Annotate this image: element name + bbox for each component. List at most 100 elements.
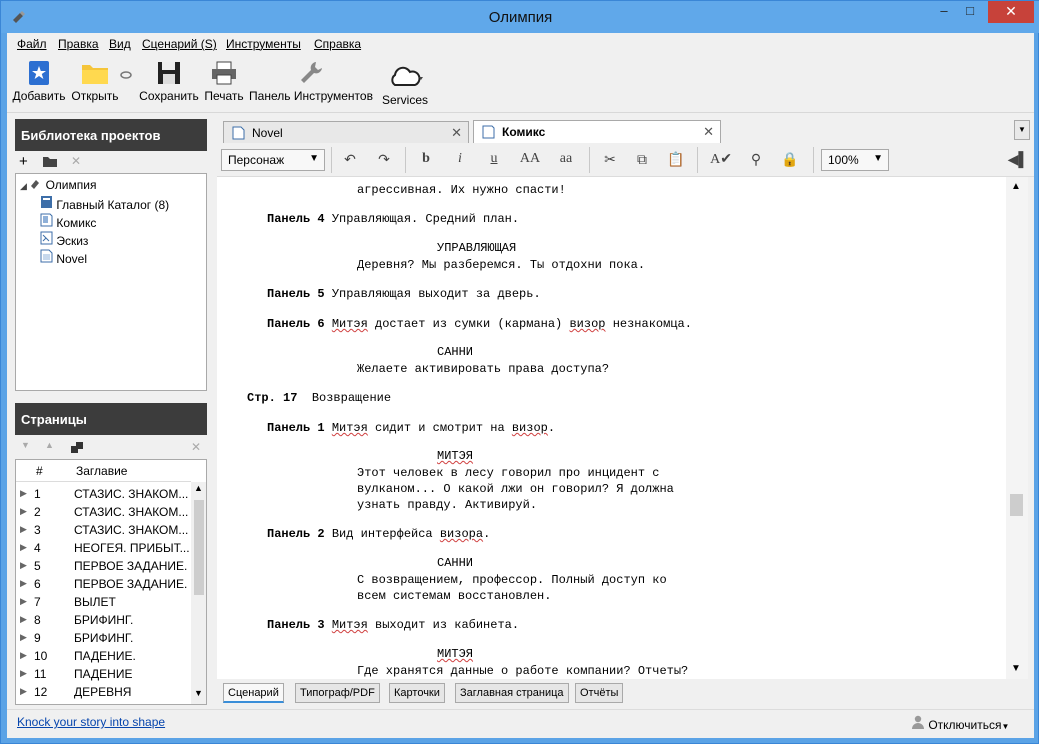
underline-icon[interactable]: u [483,151,505,171]
move-down-icon[interactable]: ▼ [21,440,30,450]
expand-icon[interactable]: ▶ [20,686,27,697]
scroll-thumb[interactable] [194,500,204,595]
tabs-dropdown-icon[interactable]: ▼ [1014,120,1030,140]
redo-icon[interactable]: ↷ [373,151,395,171]
table-row[interactable]: ▶ 11 ПАДЕНИЕ [16,666,191,684]
services-button[interactable]: Services [375,63,435,107]
library-tools: + ✕ [15,151,207,173]
panel-text: . [483,527,491,541]
expand-icon[interactable]: ▶ [20,614,27,625]
disconnect-button[interactable]: Отключиться▼ [911,715,1009,732]
scroll-down-icon[interactable]: ▼ [194,688,203,698]
copy-icon[interactable]: ⧉ [631,151,653,171]
tool-panel-button[interactable]: Панель Инструментов [249,59,373,103]
tab-typograph[interactable]: Типограф/PDF [295,683,380,703]
table-row[interactable]: ▶ 7 ВЫЛЕТ [16,594,191,612]
tab-close-icon[interactable]: ✕ [451,125,462,141]
menu-file[interactable]: Файл [17,37,47,51]
remove-page-icon[interactable]: ✕ [191,440,201,454]
lock-icon[interactable]: 🔒 [779,151,801,171]
add-button[interactable]: Добавить [11,59,67,103]
bold-icon[interactable]: b [415,151,437,171]
sidebar-toggle-icon[interactable]: ◀▌ [1007,151,1029,171]
undo-icon[interactable]: ↶ [339,151,361,171]
expand-icon[interactable]: ▶ [20,506,27,517]
open-button[interactable]: Открыть [67,59,123,103]
spellcheck-icon[interactable]: A✔ [707,151,735,171]
expand-icon[interactable]: ▶ [20,488,27,499]
tree-item-novel[interactable]: Novel [40,249,87,266]
menu-tools[interactable]: Инструменты [226,37,301,51]
tab-novel[interactable]: Novel ✕ [223,121,469,143]
table-row[interactable]: ▶ 3 СТАЗИС. ЗНАКОМ... [16,522,191,540]
tree-item-comics[interactable]: Комикс [40,213,96,230]
scroll-up-icon[interactable]: ▲ [194,483,203,493]
tree-item-main-catalog[interactable]: Главный Каталог (8) [40,195,169,212]
page-title-cell: СТАЗИС. ЗНАКОМ... [74,487,189,501]
scroll-down-icon[interactable]: ▼ [1011,663,1021,674]
save-button[interactable]: Сохранить [137,59,201,103]
expand-icon[interactable]: ▶ [20,578,27,589]
table-row[interactable]: ▶ 5 ПЕРВОЕ ЗАДАНИЕ. [16,558,191,576]
move-up-icon[interactable]: ▲ [45,440,54,450]
menu-view[interactable]: Вид [109,37,131,51]
menu-script[interactable]: Сценарий (S) [142,37,217,51]
menu-help[interactable]: Справка [314,37,361,51]
expand-icon[interactable]: ▶ [20,632,27,643]
table-row[interactable]: ▶ 1 СТАЗИС. ЗНАКОМ... [16,486,191,504]
expand-icon[interactable]: ▶ [20,524,27,535]
tab-screenplay[interactable]: Сценарий [223,683,284,703]
print-button[interactable]: Печать [201,59,247,103]
folder-add-icon[interactable] [43,156,57,167]
table-row[interactable]: ▶ 6 ПЕРВОЕ ЗАДАНИЕ. [16,576,191,594]
menu-edit[interactable]: Правка [58,37,99,51]
tab-cards[interactable]: Карточки [389,683,445,703]
table-row[interactable]: ▶ 10 ПАДЕНИЕ. [16,648,191,666]
panel-heading: Панель 5 Управляющая выходит за дверь. [267,287,541,301]
expand-icon[interactable]: ▶ [20,668,27,679]
editor-scrollbar[interactable]: ▲ ▼ [1006,177,1028,679]
table-row[interactable]: ▶ 9 БРИФИНГ. [16,630,191,648]
add-item-icon[interactable]: + [19,153,28,170]
expand-icon[interactable]: ▶ [20,560,27,571]
uppercase-icon[interactable]: AA [517,151,543,171]
scroll-thumb[interactable] [1010,494,1023,516]
open-dropdown[interactable] [119,69,133,83]
remove-item-icon[interactable]: ✕ [71,154,81,168]
tree-item-olympia[interactable]: ◢ Олимпия [20,177,96,192]
tab-reports[interactable]: Отчёты [575,683,624,703]
italic-icon[interactable]: i [449,151,471,171]
panel-heading: Панель 4 Управляющая. Средний план. [267,212,519,226]
tagline-link[interactable]: Knock your story into shape [17,715,165,729]
table-row[interactable]: ▶ 8 БРИФИНГ. [16,612,191,630]
tab-title-page[interactable]: Заглавная страница [455,683,569,703]
character-name: САННИ [437,345,474,359]
pages-tools: ▼ ▲ ✕ [15,437,207,459]
table-row[interactable]: ▶ 2 СТАЗИС. ЗНАКОМ... [16,504,191,522]
table-row[interactable]: ▶ 12 ДЕРЕВНЯ [16,684,191,702]
expand-icon[interactable]: ▶ [20,650,27,661]
zoom-select[interactable]: 100% ▼ [821,149,889,171]
tab-comics[interactable]: Комикс ✕ [473,120,721,144]
expand-icon[interactable]: ▶ [20,542,27,553]
paste-icon[interactable]: 📋 [665,151,687,171]
document-tabs: Novel ✕ Комикс ✕ [217,119,1034,144]
script-editor[interactable]: агрессивная. Их нужно спасти! Панель 4 У… [217,177,1006,679]
scroll-up-icon[interactable]: ▲ [1011,181,1021,192]
close-button[interactable]: ✕ [988,1,1034,23]
maximize-button[interactable]: □ [957,1,983,23]
expand-icon[interactable]: ▶ [20,596,27,607]
search-icon[interactable]: ⚲ [745,151,767,171]
minimize-button[interactable]: – [931,1,957,23]
panel-text: Управляющая. Средний план. [331,212,520,226]
pages-view-icon[interactable] [71,442,83,454]
tree-item-sketch[interactable]: Эскиз [40,231,88,248]
style-select[interactable]: Персонаж ▼ [221,149,325,171]
page-number: 9 [34,631,41,645]
document-icon [40,249,53,263]
pages-scrollbar[interactable]: ▲ ▼ [191,482,206,704]
tab-close-icon[interactable]: ✕ [703,124,714,140]
table-row[interactable]: ▶ 4 НЕОГЕЯ. ПРИБЫТ... [16,540,191,558]
lowercase-icon[interactable]: aa [553,151,579,171]
cut-icon[interactable]: ✂ [599,151,621,171]
